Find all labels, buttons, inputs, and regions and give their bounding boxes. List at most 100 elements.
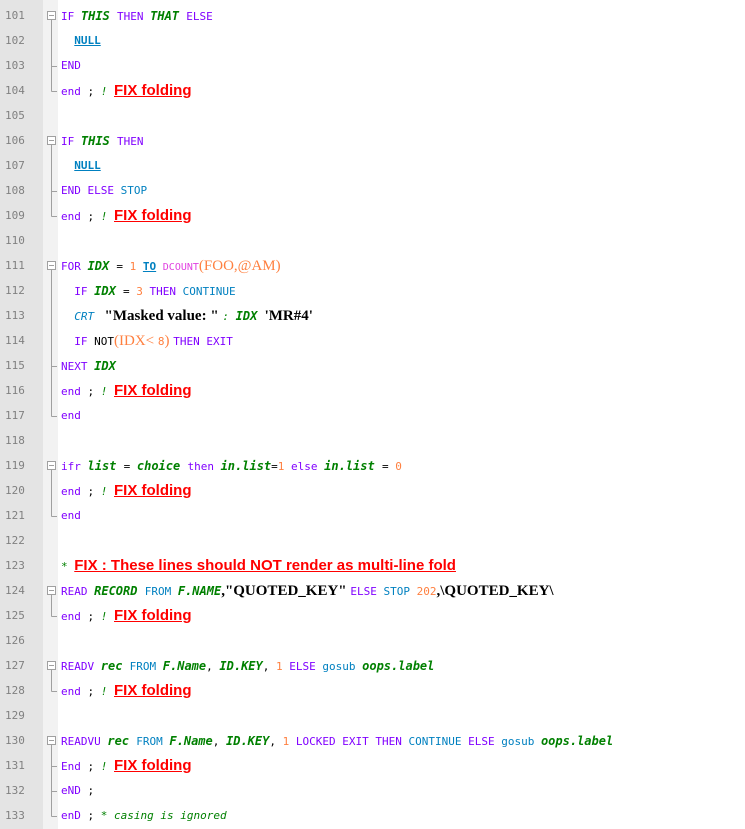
fold-line-icon	[51, 478, 52, 503]
code-line[interactable]: 126	[0, 628, 745, 653]
code-token: F.NAME	[177, 584, 222, 598]
code-token: IDX	[94, 359, 116, 373]
code-token: !	[100, 485, 114, 498]
code-token: ,	[206, 660, 220, 673]
code-token: FIX folding	[114, 82, 192, 99]
code-line[interactable]: 112 IF IDX = 3 THEN CONTINUE	[0, 278, 745, 303]
fold-toggle-icon[interactable]	[44, 3, 58, 28]
code-line[interactable]: 114 IF NOT(IDX< 8) THEN EXIT	[0, 328, 745, 353]
code-line[interactable]: 115 NEXT IDX	[0, 353, 745, 378]
code-token: choice	[136, 459, 188, 473]
code-token: list	[87, 459, 124, 473]
code-line[interactable]: 110	[0, 228, 745, 253]
code-token: "Masked value: "	[100, 308, 223, 324]
code-token: end	[61, 685, 88, 698]
code-line[interactable]: 111 FOR IDX = 1 TO DCOUNT(FOO,@AM)	[0, 253, 745, 278]
code-text: end ; ! FIX folding	[61, 383, 191, 399]
fold-toggle-icon[interactable]	[44, 253, 58, 278]
line-number: 106	[5, 134, 25, 147]
code-line[interactable]: 121 end	[0, 503, 745, 528]
code-line[interactable]: 113 CRT "Masked value: " : IDX 'MR#4'	[0, 303, 745, 328]
line-number: 121	[5, 509, 25, 522]
code-line[interactable]: 103 END	[0, 53, 745, 78]
code-line[interactable]: 108 END ELSE STOP	[0, 178, 745, 203]
fold-toggle-icon[interactable]	[44, 453, 58, 478]
line-number: 119	[5, 459, 25, 472]
line-number: 111	[5, 259, 25, 272]
line-number: 112	[5, 284, 25, 297]
fold-branch-icon	[51, 753, 57, 778]
code-token: (IDX<	[114, 333, 158, 349]
fold-end-icon	[51, 678, 57, 692]
fold-toggle-icon[interactable]	[44, 653, 58, 678]
fold-end-icon	[51, 203, 57, 217]
code-token: THEN	[117, 135, 144, 148]
code-line[interactable]: 132 eND ;	[0, 778, 745, 803]
code-line[interactable]: 124 READ RECORD FROM F.NAME,"QUOTED_KEY" …	[0, 578, 745, 603]
fold-line-icon	[51, 378, 52, 403]
code-line[interactable]: 119 ifr list = choice then in.list=1 else…	[0, 453, 745, 478]
code-token: CONTINUE	[408, 735, 469, 748]
code-text: END ELSE STOP	[61, 184, 147, 198]
code-token: THAT	[150, 9, 187, 23]
code-token: END ELSE	[61, 184, 121, 197]
code-token: ;	[87, 685, 101, 698]
code-token: 'MR#4'	[264, 308, 313, 324]
code-token: IF	[61, 10, 81, 23]
code-line[interactable]: 130 READVU rec FROM F.Name, ID.KEY, 1 LOC…	[0, 728, 745, 753]
code-token: DCOUNT	[162, 262, 199, 273]
code-token: 1	[276, 660, 290, 673]
code-line[interactable]: 131 End ; ! FIX folding	[0, 753, 745, 778]
code-line[interactable]: 122	[0, 528, 745, 553]
code-line[interactable]: 123 * FIX : These lines should NOT render…	[0, 553, 745, 578]
code-line[interactable]: 107 NULL	[0, 153, 745, 178]
code-line[interactable]: 118	[0, 428, 745, 453]
line-number: 104	[5, 84, 25, 97]
code-token: (FOO,@AM)	[198, 258, 281, 274]
code-token: =	[116, 260, 130, 273]
code-token: oops.label	[362, 659, 435, 673]
code-line[interactable]: 128 end ; ! FIX folding	[0, 678, 745, 703]
code-line[interactable]: 109 end ; ! FIX folding	[0, 203, 745, 228]
fold-toggle-icon[interactable]	[44, 578, 58, 603]
code-line[interactable]: 104 end ; ! FIX folding	[0, 78, 745, 103]
code-token: IF	[74, 335, 95, 348]
code-token: =	[123, 285, 137, 298]
code-line[interactable]: 129	[0, 703, 745, 728]
fold-toggle-icon[interactable]	[44, 128, 58, 153]
code-token: FROM	[136, 735, 170, 748]
code-line[interactable]: 117 end	[0, 403, 745, 428]
code-token: END	[61, 59, 81, 72]
code-token: READV	[61, 660, 101, 673]
code-token: THIS	[80, 9, 117, 23]
code-line[interactable]: 125 end ; ! FIX folding	[0, 603, 745, 628]
code-line[interactable]: 133 enD ; * casing is ignored	[0, 803, 745, 828]
code-text: end	[61, 509, 81, 523]
code-text: IF IDX = 3 THEN CONTINUE	[61, 284, 235, 299]
code-line[interactable]: 127 READV rec FROM F.Name, ID.KEY, 1 ELSE…	[0, 653, 745, 678]
code-token: )	[164, 333, 174, 349]
code-line[interactable]: 101 IF THIS THEN THAT ELSE	[0, 3, 745, 28]
code-line[interactable]: 116 end ; ! FIX folding	[0, 378, 745, 403]
code-line[interactable]: 102 NULL	[0, 28, 745, 53]
code-token: else	[291, 460, 325, 473]
code-token: ;	[87, 210, 101, 223]
code-line[interactable]: 120 end ; ! FIX folding	[0, 478, 745, 503]
line-number: 128	[5, 684, 25, 697]
code-line[interactable]: 106 IF THIS THEN	[0, 128, 745, 153]
code-text: READ RECORD FROM F.NAME,"QUOTED_KEY" ELS…	[61, 584, 554, 599]
code-text: ifr list = choice then in.list=1 else in…	[61, 459, 402, 474]
code-token: !	[100, 685, 114, 698]
fold-toggle-icon[interactable]	[44, 728, 58, 753]
code-token: NULL	[74, 159, 101, 172]
code-token: RECORD	[94, 584, 145, 598]
line-number: 113	[5, 309, 25, 322]
line-number: 123	[5, 559, 25, 572]
code-token: STOP	[120, 184, 148, 197]
line-number: 130	[5, 734, 25, 747]
code-token: 8	[157, 335, 165, 348]
code-token: ELSE	[186, 10, 213, 23]
code-line[interactable]: 105	[0, 103, 745, 128]
fold-end-icon	[51, 803, 57, 817]
